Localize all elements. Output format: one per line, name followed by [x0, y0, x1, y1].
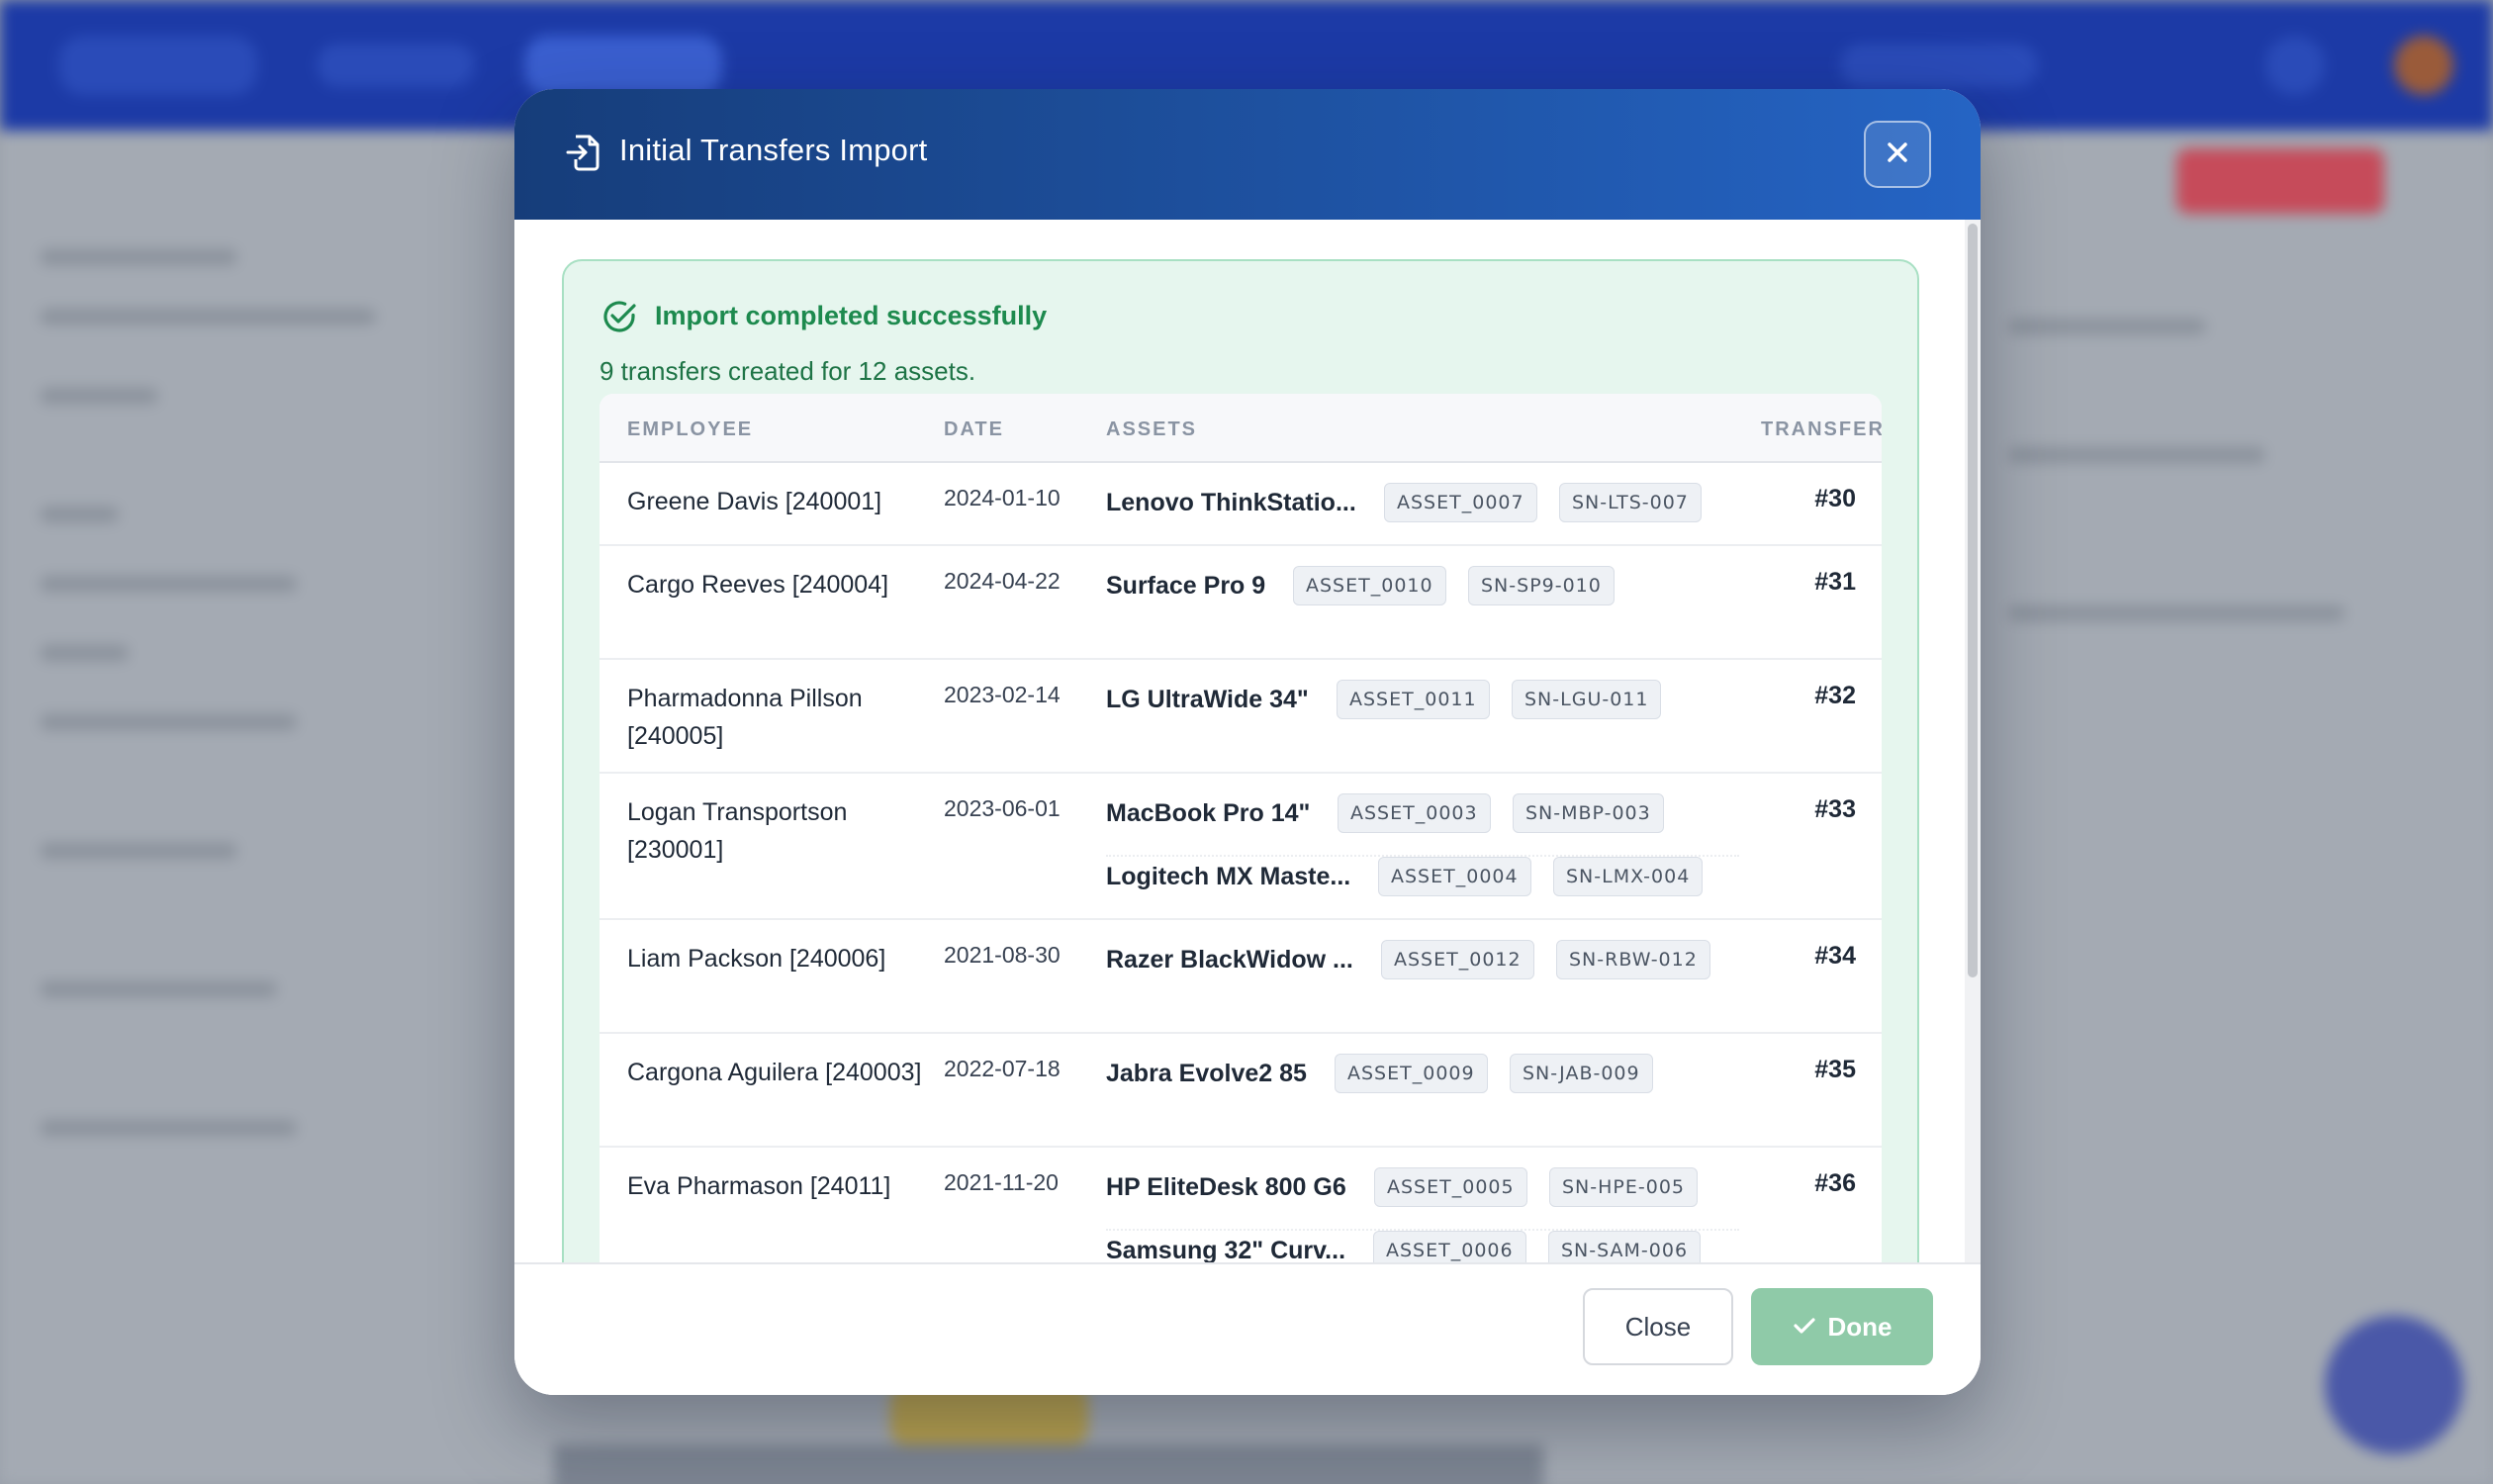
- serial-number-tag: SN-LGU-011: [1512, 680, 1662, 719]
- table-row: Liam Packson [240006] 2021-08-30 Razer Bla…: [600, 920, 1882, 1034]
- modal-body[interactable]: Import completed successfully 9 transfer…: [514, 220, 1981, 1351]
- table-row: Logan Transportson [230001] 2023-06-01 Mac…: [600, 774, 1882, 920]
- employee-cell: Greene Davis [240001]: [627, 488, 882, 515]
- asset-item: Razer BlackWidow ... ASSET_0012 SN-RBW-012: [1106, 940, 1739, 983]
- serial-number-tag: SN-HPE-005: [1549, 1167, 1698, 1207]
- transfer-number: #33: [1814, 795, 1856, 823]
- transfer-number: #36: [1814, 1169, 1856, 1197]
- serial-number-tag: SN-LMX-004: [1553, 857, 1704, 896]
- employee-cell: Pharmadonna Pillson [240005]: [627, 685, 863, 750]
- asset-item: Jabra Evolve2 85 ASSET_0009 SN-JAB-009: [1106, 1054, 1739, 1097]
- serial-number-tag: SN-RBW-012: [1556, 940, 1710, 979]
- column-header-assets: ASSETS: [1106, 418, 1198, 440]
- assets-cell: Jabra Evolve2 85 ASSET_0009 SN-JAB-009: [1106, 1054, 1739, 1115]
- asset-name: Razer BlackWidow ...: [1106, 946, 1353, 974]
- asset-id-tag: ASSET_0003: [1338, 793, 1491, 833]
- transfer-number: #30: [1814, 485, 1856, 512]
- asset-name: Lenovo ThinkStatio...: [1106, 489, 1356, 516]
- employee-cell: Logan Transportson [230001]: [627, 798, 848, 864]
- table-header: EMPLOYEE DATE ASSETS TRANSFER: [600, 394, 1882, 463]
- employee-cell: Eva Pharmason [24011]: [627, 1172, 891, 1200]
- asset-name: Surface Pro 9: [1106, 572, 1266, 600]
- table-row: Greene Davis [240001] 2024-01-10 Lenovo Th…: [600, 463, 1882, 546]
- column-header-transfer: TRANSFER: [1761, 418, 1882, 440]
- background-card: [554, 1444, 1543, 1484]
- employee-cell: Liam Packson [240006]: [627, 945, 886, 973]
- modal-close-button[interactable]: [1864, 121, 1931, 188]
- assets-cell: LG UltraWide 34" ASSET_0011 SN-LGU-011: [1106, 680, 1739, 741]
- date-cell: 2021-11-20: [944, 1169, 1059, 1195]
- asset-id-tag: ASSET_0004: [1378, 857, 1531, 896]
- date-cell: 2022-07-18: [944, 1056, 1061, 1081]
- serial-number-tag: SN-LTS-007: [1559, 483, 1702, 522]
- asset-item: Logitech MX Maste... ASSET_0004 SN-LMX-004: [1106, 855, 1739, 898]
- close-icon: [1885, 139, 1910, 170]
- done-label: Done: [1827, 1311, 1893, 1342]
- asset-id-tag: ASSET_0011: [1337, 680, 1490, 719]
- serial-number-tag: SN-SP9-010: [1468, 566, 1615, 605]
- column-header-date: DATE: [944, 418, 1004, 440]
- table-row: Cargo Reeves [240004] 2024-04-22 Surface P…: [600, 546, 1882, 660]
- modal-scrollbar-thumb[interactable]: [1968, 224, 1978, 977]
- date-cell: 2021-08-30: [944, 942, 1061, 968]
- date-cell: 2023-02-14: [944, 682, 1061, 707]
- modal-title: Initial Transfers Import: [619, 133, 928, 167]
- asset-name: HP EliteDesk 800 G6: [1106, 1173, 1346, 1201]
- table-row: Pharmadonna Pillson [240005] 2023-02-14 LG…: [600, 660, 1882, 774]
- asset-id-tag: ASSET_0007: [1384, 483, 1537, 522]
- transfer-number: #34: [1814, 942, 1856, 970]
- asset-name: LG UltraWide 34": [1106, 686, 1309, 713]
- assets-cell: MacBook Pro 14" ASSET_0003 SN-MBP-003 Logit…: [1106, 793, 1739, 916]
- asset-id-tag: ASSET_0005: [1374, 1167, 1527, 1207]
- assets-cell: Lenovo ThinkStatio... ASSET_0007 SN-LTS-00…: [1106, 483, 1739, 544]
- transfer-number: #35: [1814, 1056, 1856, 1083]
- table-body: Greene Davis [240001] 2024-01-10 Lenovo Th…: [600, 463, 1882, 1294]
- column-header-employee: EMPLOYEE: [627, 418, 754, 440]
- background-fab: [2325, 1316, 2463, 1454]
- modal-footer: Close Done: [514, 1262, 1981, 1395]
- date-cell: 2024-04-22: [944, 568, 1061, 594]
- modal-header: Initial Transfers Import: [514, 89, 1981, 220]
- asset-item: Surface Pro 9 ASSET_0010 SN-SP9-010: [1106, 566, 1739, 609]
- employee-cell: Cargona Aguilera [240003]: [627, 1059, 922, 1086]
- assets-cell: Razer BlackWidow ... ASSET_0012 SN-RBW-012: [1106, 940, 1739, 1001]
- date-cell: 2024-01-10: [944, 485, 1061, 510]
- background-red-button: [2176, 148, 2384, 214]
- asset-item: LG UltraWide 34" ASSET_0011 SN-LGU-011: [1106, 680, 1739, 723]
- asset-name: MacBook Pro 14": [1106, 799, 1311, 827]
- file-import-icon: [564, 133, 601, 172]
- transfer-number: #32: [1814, 682, 1856, 709]
- asset-name: Logitech MX Maste...: [1106, 863, 1351, 890]
- check-circle-icon: [600, 297, 639, 336]
- success-panel: Import completed successfully 9 transfer…: [562, 259, 1919, 1351]
- serial-number-tag: SN-JAB-009: [1510, 1054, 1653, 1093]
- done-button[interactable]: Done: [1751, 1288, 1933, 1365]
- employee-cell: Cargo Reeves [240004]: [627, 571, 889, 599]
- import-modal: Initial Transfers Import Import complete…: [514, 89, 1981, 1395]
- asset-id-tag: ASSET_0009: [1335, 1054, 1488, 1093]
- transfer-number: #31: [1814, 568, 1856, 596]
- asset-name: Samsung 32" Curv...: [1106, 1237, 1346, 1264]
- asset-item: HP EliteDesk 800 G6 ASSET_0005 SN-HPE-005: [1106, 1167, 1739, 1211]
- transfers-table: EMPLOYEE DATE ASSETS TRANSFER Greene Dav…: [600, 394, 1882, 1351]
- success-summary: 9 transfers created for 12 assets.: [600, 356, 976, 386]
- asset-item: MacBook Pro 14" ASSET_0003 SN-MBP-003: [1106, 793, 1739, 837]
- serial-number-tag: SN-MBP-003: [1513, 793, 1664, 833]
- table-row: Cargona Aguilera [240003] 2022-07-18 Jabra…: [600, 1034, 1882, 1148]
- success-title: Import completed successfully: [655, 301, 1048, 330]
- asset-id-tag: ASSET_0010: [1293, 566, 1446, 605]
- asset-item: Lenovo ThinkStatio... ASSET_0007 SN-LTS-00…: [1106, 483, 1739, 526]
- asset-name: Jabra Evolve2 85: [1106, 1060, 1307, 1087]
- asset-id-tag: ASSET_0012: [1381, 940, 1534, 979]
- check-icon: [1793, 1312, 1816, 1343]
- close-button[interactable]: Close: [1583, 1288, 1733, 1365]
- date-cell: 2023-06-01: [944, 795, 1061, 821]
- assets-cell: Surface Pro 9 ASSET_0010 SN-SP9-010: [1106, 566, 1739, 627]
